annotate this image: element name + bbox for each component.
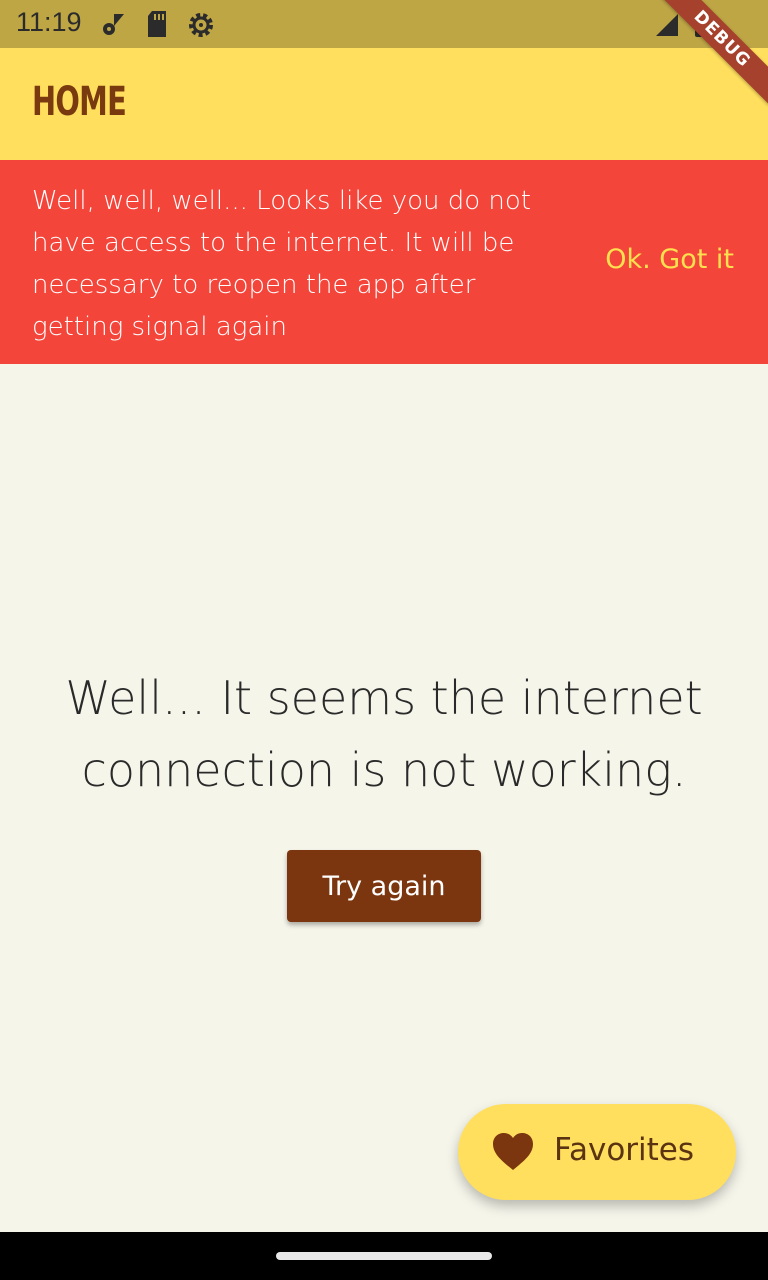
status-bar: 11:19 [0, 0, 768, 48]
sd-card-icon [146, 10, 168, 42]
signal-icon [654, 12, 680, 42]
try-again-button[interactable]: Try again [287, 850, 481, 922]
favorites-label: Favorites [554, 1132, 695, 1168]
banner-message: Well, well, well... Looks like you do no… [32, 186, 532, 342]
status-time: 11:19 [16, 7, 82, 37]
connection-error-message: Well... It seems the internet connection… [65, 671, 703, 797]
battery-icon [694, 8, 712, 42]
page-title: HOME [32, 79, 127, 125]
gear-icon [186, 10, 216, 44]
system-nav-bar [0, 1232, 768, 1280]
app-bar: HOME [0, 48, 768, 160]
favorites-button[interactable]: Favorites [458, 1104, 736, 1200]
dismiss-banner-button[interactable]: Ok. Got it [605, 244, 734, 275]
home-handle[interactable] [276, 1252, 492, 1260]
offline-banner: Well, well, well... Looks like you do no… [0, 160, 768, 364]
heart-icon [492, 1132, 534, 1176]
network-settings-icon [100, 10, 128, 42]
